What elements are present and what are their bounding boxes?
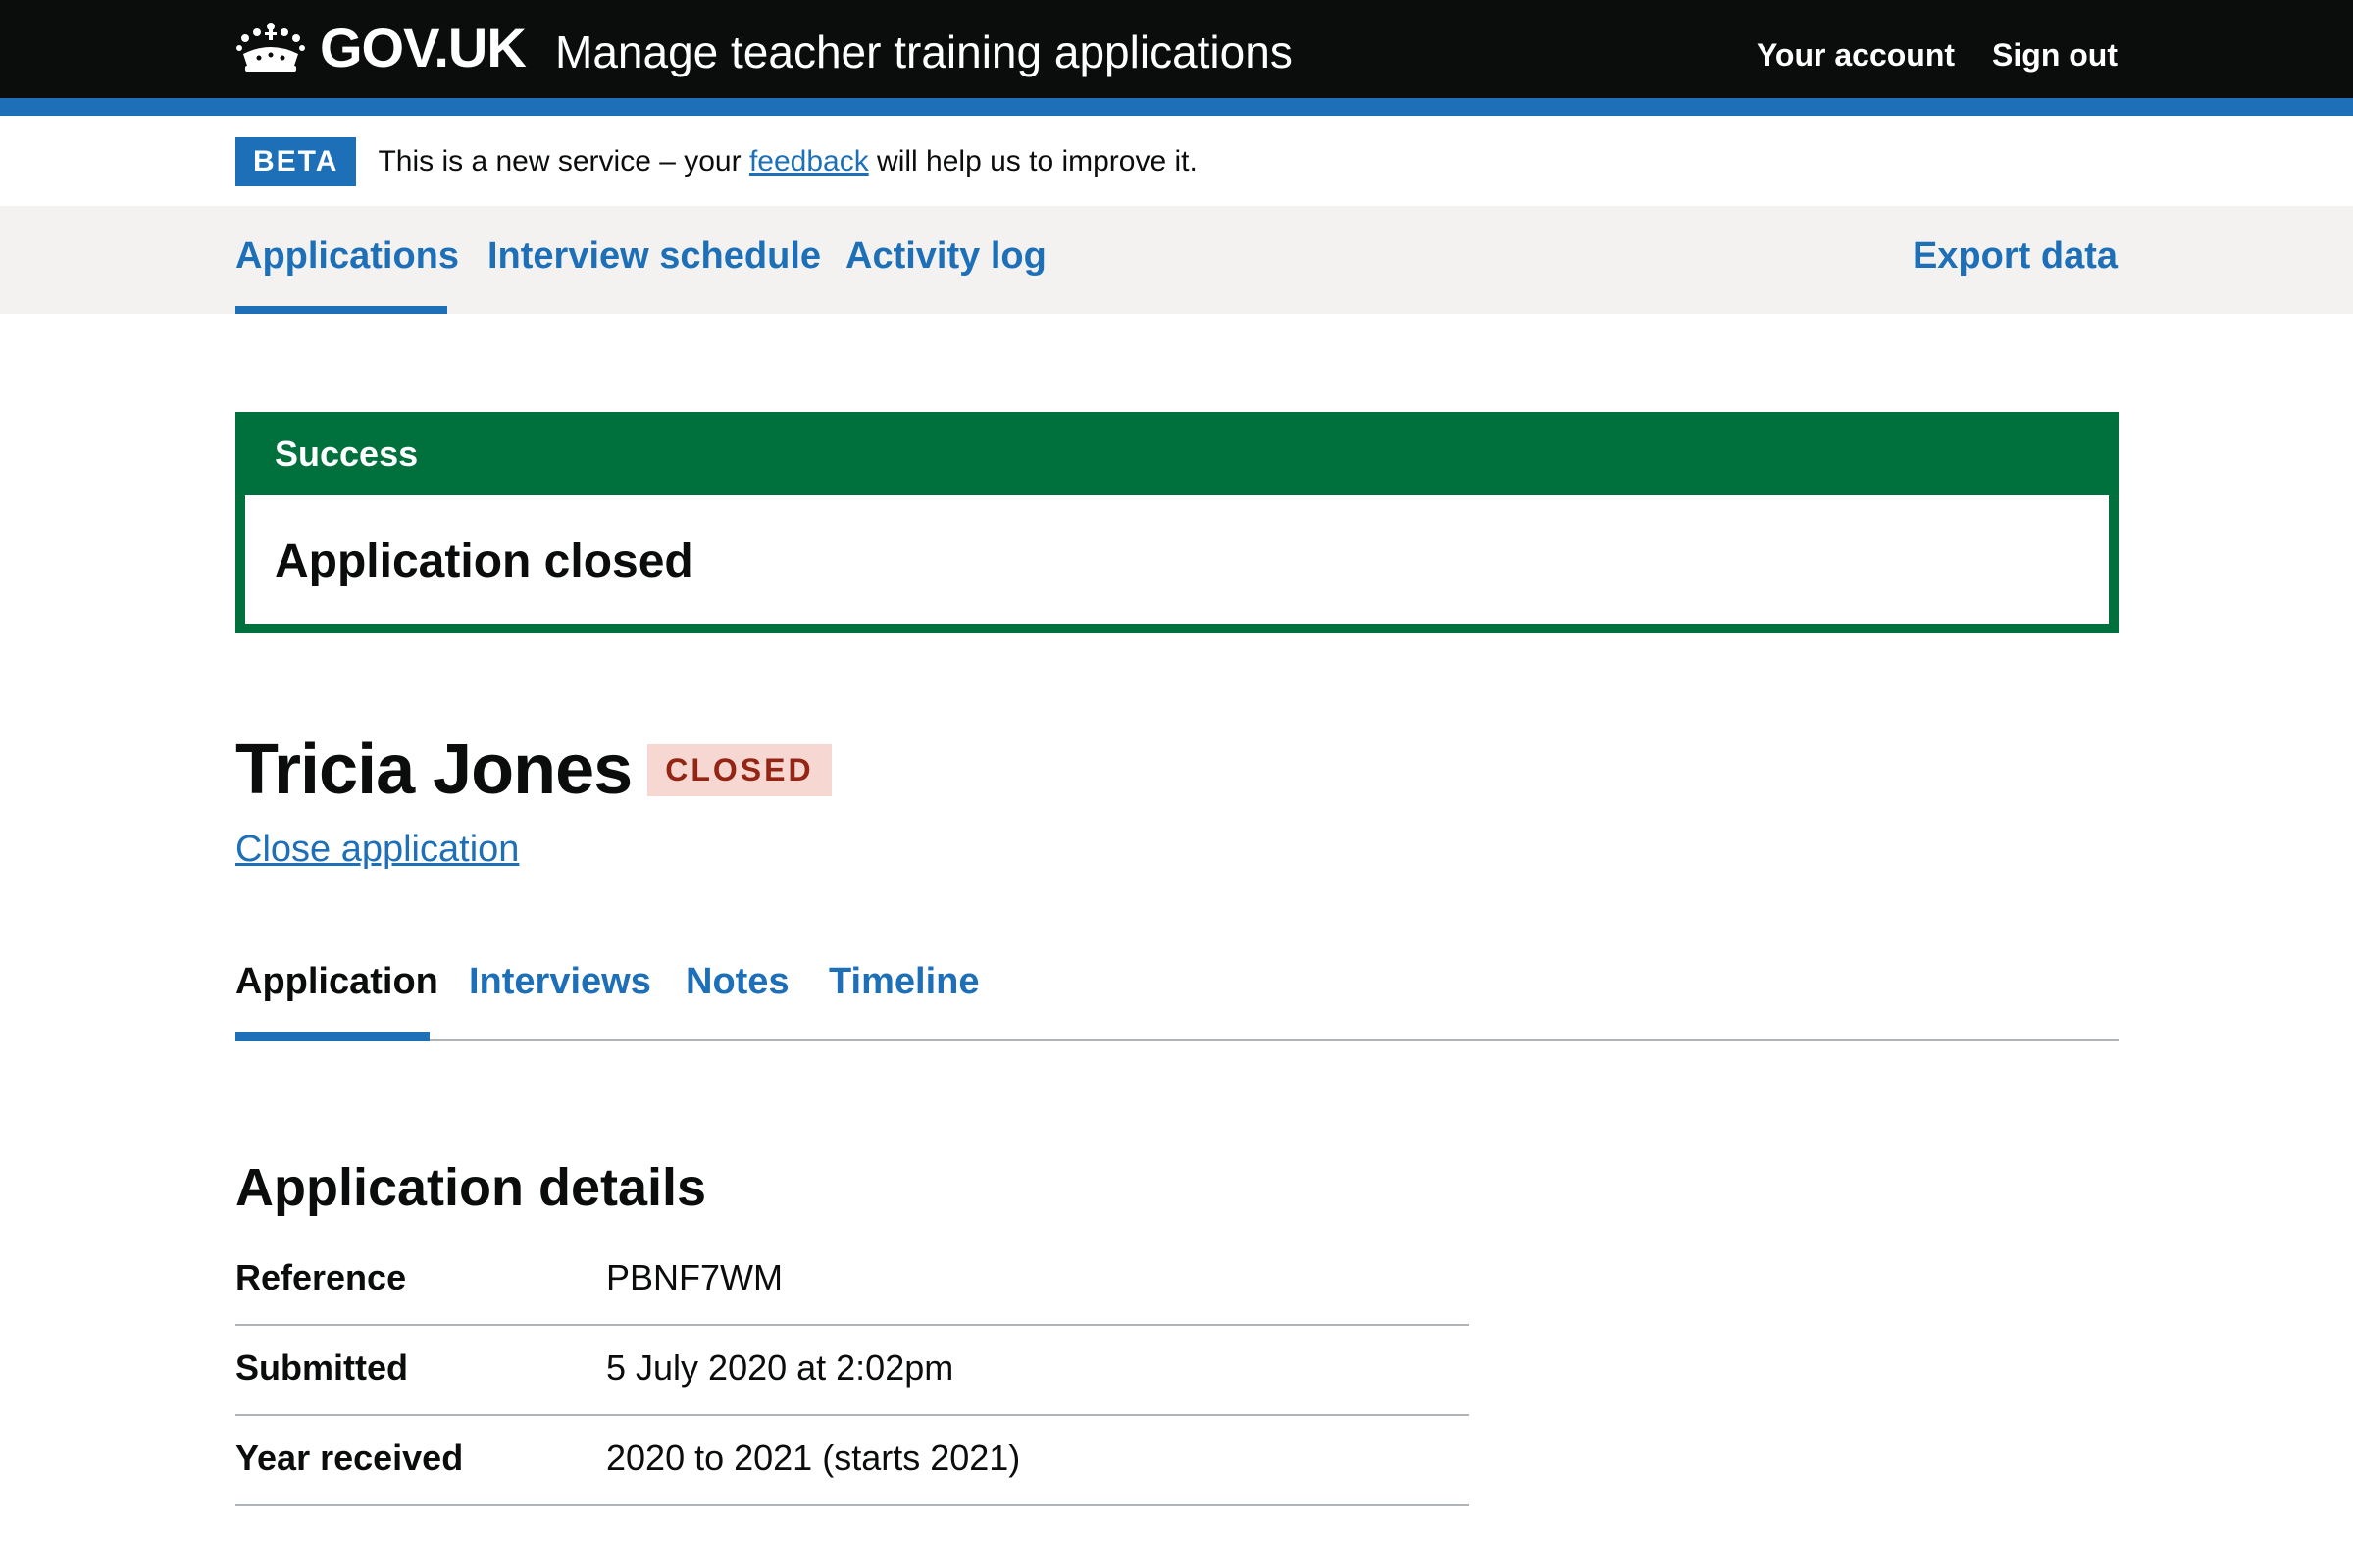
feedback-link[interactable]: feedback xyxy=(749,145,869,177)
success-body: Application closed xyxy=(245,495,2109,624)
site-header: GOV.UK Manage teacher training applicati… xyxy=(0,0,2353,98)
summary-key: Year received xyxy=(235,1438,464,1478)
application-details-list: Reference PBNF7WM Submitted 5 July 2020 … xyxy=(235,1236,1469,1506)
success-heading: Application closed xyxy=(275,535,693,587)
nav-interview-schedule[interactable]: Interview schedule xyxy=(487,235,821,278)
summary-key: Reference xyxy=(235,1257,407,1297)
summary-row-year-received: Year received 2020 to 2021 (starts 2021) xyxy=(235,1416,1469,1506)
crown-icon xyxy=(236,23,305,72)
application-tabs: Application Interviews Notes Timeline xyxy=(235,961,2119,1041)
summary-value: 2020 to 2021 (starts 2021) xyxy=(606,1438,1021,1478)
close-application-link[interactable]: Close application xyxy=(235,829,519,871)
nav-activity-log[interactable]: Activity log xyxy=(845,235,1047,278)
nav-active-indicator xyxy=(235,306,447,314)
status-badge: CLOSED xyxy=(647,743,832,796)
summary-row-reference: Reference PBNF7WM xyxy=(235,1236,1469,1326)
tab-active-indicator xyxy=(235,1032,430,1041)
service-name-link[interactable]: Manage teacher training applications xyxy=(555,25,1293,78)
your-account-link[interactable]: Your account xyxy=(1757,37,1955,74)
logo-text: GOV.UK xyxy=(320,16,527,78)
primary-nav: Applications Interview schedule Activity… xyxy=(0,206,2353,314)
candidate-name: Tricia Jones xyxy=(235,731,633,809)
header-blue-bar xyxy=(0,98,2353,116)
beta-tag: BETA xyxy=(235,137,357,186)
govuk-logo-link[interactable]: GOV.UK xyxy=(235,16,527,78)
tab-notes[interactable]: Notes xyxy=(686,961,790,1003)
account-nav: Your account Sign out xyxy=(1757,37,2118,74)
phase-banner-text: This is a new service – your feedback wi… xyxy=(378,145,1197,178)
nav-applications[interactable]: Applications xyxy=(235,235,459,278)
application-details-heading: Application details xyxy=(235,1158,707,1217)
summary-row-submitted: Submitted 5 July 2020 at 2:02pm xyxy=(235,1326,1469,1416)
candidate-header: Tricia Jones CLOSED xyxy=(235,730,832,810)
summary-key: Submitted xyxy=(235,1347,408,1388)
phase-banner: BETA This is a new service – your feedba… xyxy=(235,137,1198,186)
success-banner: Success Application closed xyxy=(235,412,2119,633)
tab-timeline[interactable]: Timeline xyxy=(829,961,979,1003)
phase-text-before: This is a new service – your xyxy=(378,145,749,177)
summary-value: PBNF7WM xyxy=(606,1257,783,1297)
phase-text-after: will help us to improve it. xyxy=(868,145,1198,177)
sign-out-link[interactable]: Sign out xyxy=(1992,37,2118,74)
summary-value: 5 July 2020 at 2:02pm xyxy=(606,1347,954,1388)
tab-application[interactable]: Application xyxy=(235,961,438,1003)
nav-export-data[interactable]: Export data xyxy=(1913,235,2118,278)
success-title: Success xyxy=(275,433,419,474)
tab-interviews[interactable]: Interviews xyxy=(469,961,651,1003)
